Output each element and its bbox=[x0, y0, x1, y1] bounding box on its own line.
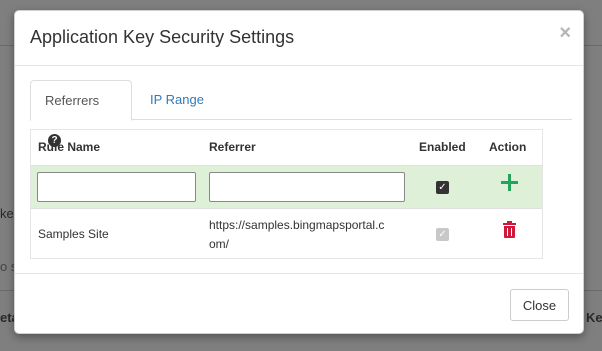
background-text: ke bbox=[0, 206, 14, 221]
referrer-cell-line2: om/ bbox=[209, 237, 230, 251]
column-header-rule-name: Rule Name bbox=[38, 140, 101, 154]
security-settings-modal: Application Key Security Settings × Refe… bbox=[14, 10, 584, 334]
referrers-table: Rule Name Referrer Enabled Action ✓ Samp… bbox=[30, 129, 543, 259]
tab-bar: Referrers ? IP Range bbox=[30, 80, 572, 148]
column-header-referrer: Referrer bbox=[209, 140, 256, 154]
trash-icon[interactable] bbox=[503, 221, 516, 239]
modal-header: Application Key Security Settings × bbox=[15, 11, 583, 66]
enabled-checkbox-disabled: ✓ bbox=[436, 228, 449, 241]
tab-referrers[interactable]: Referrers ? bbox=[30, 80, 132, 148]
table-row: Samples Site https://samples.bingmapspor… bbox=[31, 208, 542, 259]
referrer-cell-line1: https://samples.bingmapsportal.c bbox=[209, 218, 385, 232]
column-header-action: Action bbox=[489, 140, 527, 154]
rule-name-cell: Samples Site bbox=[38, 227, 109, 241]
new-rule-row: ✓ bbox=[31, 165, 542, 208]
close-icon[interactable]: × bbox=[559, 23, 571, 43]
tab-ip-range-label: IP Range bbox=[150, 92, 204, 107]
close-button[interactable]: Close bbox=[510, 289, 569, 321]
tab-ip-range[interactable]: IP Range bbox=[136, 80, 218, 121]
column-header-enabled: Enabled bbox=[419, 140, 466, 154]
background-text: Ke bbox=[586, 310, 602, 325]
tab-referrers-label: Referrers bbox=[45, 93, 100, 108]
rule-name-input[interactable] bbox=[37, 172, 196, 202]
enabled-checkbox[interactable]: ✓ bbox=[436, 181, 449, 194]
plus-icon[interactable] bbox=[499, 172, 521, 194]
modal-title: Application Key Security Settings bbox=[30, 27, 295, 47]
referrer-input[interactable] bbox=[209, 172, 405, 202]
modal-footer: Close bbox=[15, 273, 583, 335]
